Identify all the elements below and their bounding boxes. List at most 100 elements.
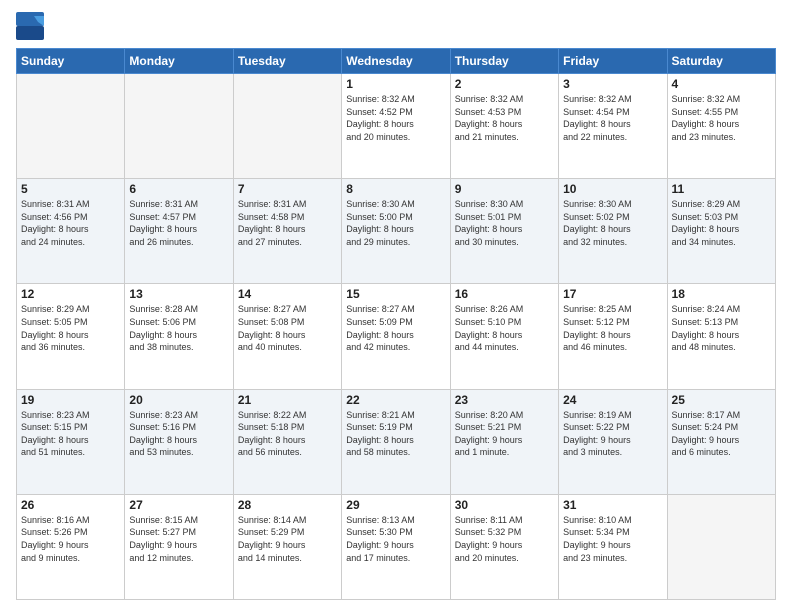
day-number: 26	[21, 498, 120, 512]
day-number: 2	[455, 77, 554, 91]
day-cell: 14Sunrise: 8:27 AM Sunset: 5:08 PM Dayli…	[233, 284, 341, 389]
day-cell	[667, 494, 775, 599]
day-info: Sunrise: 8:30 AM Sunset: 5:02 PM Dayligh…	[563, 198, 662, 248]
day-number: 18	[672, 287, 771, 301]
day-info: Sunrise: 8:15 AM Sunset: 5:27 PM Dayligh…	[129, 514, 228, 564]
logo	[16, 12, 48, 40]
day-cell: 31 Sunrise: 8:10 AM Sunset: 5:34 PM Dayli…	[559, 494, 667, 599]
day-info: Sunrise: 8:10 AM Sunset: 5:34 PM Dayligh…	[563, 514, 662, 564]
day-info: Sunrise: 8:16 AM Sunset: 5:26 PM Dayligh…	[21, 514, 120, 564]
day-cell: 29 Sunrise: 8:13 AM Sunset: 5:30 PM Dayli…	[342, 494, 450, 599]
day-number: 12	[21, 287, 120, 301]
day-info: Sunrise: 8:29 AM Sunset: 5:03 PM Dayligh…	[672, 198, 771, 248]
day-cell: 20 Sunrise: 8:23 AM Sunset: 5:16 PM Dayli…	[125, 389, 233, 494]
day-number: 8	[346, 182, 445, 196]
day-number: 25	[672, 393, 771, 407]
day-number: 27	[129, 498, 228, 512]
day-info: Sunrise: 8:17 AM Sunset: 5:24 PM Dayligh…	[672, 409, 771, 459]
day-info: Sunrise: 8:24 AM Sunset: 5:13 PM Dayligh…	[672, 303, 771, 353]
day-info: Sunrise: 8:31 AM Sunset: 4:57 PM Dayligh…	[129, 198, 228, 248]
day-cell: 15 Sunrise: 8:27 AM Sunset: 5:09 PM Dayli…	[342, 284, 450, 389]
day-cell: 9 Sunrise: 8:30 AM Sunset: 5:01 PM Daylig…	[450, 179, 558, 284]
day-info: Sunrise: 8:26 AM Sunset: 5:10 PM Dayligh…	[455, 303, 554, 353]
day-number: 31	[563, 498, 662, 512]
day-cell: 4 Sunrise: 8:32 AM Sunset: 4:55 PM Daylig…	[667, 74, 775, 179]
week-row-1: 1 Sunrise: 8:32 AM Sunset: 4:52 PM Daylig…	[17, 74, 776, 179]
week-row-4: 19 Sunrise: 8:23 AM Sunset: 5:15 PM Dayli…	[17, 389, 776, 494]
day-cell: 18 Sunrise: 8:24 AM Sunset: 5:13 PM Dayli…	[667, 284, 775, 389]
day-info: Sunrise: 8:32 AM Sunset: 4:55 PM Dayligh…	[672, 93, 771, 143]
day-cell: 24 Sunrise: 8:19 AM Sunset: 5:22 PM Dayli…	[559, 389, 667, 494]
weekday-sunday: Sunday	[17, 49, 125, 74]
day-info: Sunrise: 8:19 AM Sunset: 5:22 PM Dayligh…	[563, 409, 662, 459]
weekday-tuesday: Tuesday	[233, 49, 341, 74]
day-cell	[125, 74, 233, 179]
day-number: 3	[563, 77, 662, 91]
day-info: Sunrise: 8:23 AM Sunset: 5:16 PM Dayligh…	[129, 409, 228, 459]
day-cell: 12 Sunrise: 8:29 AM Sunset: 5:05 PM Dayli…	[17, 284, 125, 389]
day-info: Sunrise: 8:31 AM Sunset: 4:56 PM Dayligh…	[21, 198, 120, 248]
week-row-3: 12 Sunrise: 8:29 AM Sunset: 5:05 PM Dayli…	[17, 284, 776, 389]
day-info: Sunrise: 8:30 AM Sunset: 5:01 PM Dayligh…	[455, 198, 554, 248]
day-cell: 21Sunrise: 8:22 AM Sunset: 5:18 PM Dayli…	[233, 389, 341, 494]
day-number: 1	[346, 77, 445, 91]
weekday-friday: Friday	[559, 49, 667, 74]
logo-icon	[16, 12, 44, 40]
day-cell: 11Sunrise: 8:29 AM Sunset: 5:03 PM Dayli…	[667, 179, 775, 284]
day-number: 5	[21, 182, 120, 196]
weekday-header-row: SundayMondayTuesdayWednesdayThursdayFrid…	[17, 49, 776, 74]
day-cell: 2Sunrise: 8:32 AM Sunset: 4:53 PM Daylig…	[450, 74, 558, 179]
day-cell: 30Sunrise: 8:11 AM Sunset: 5:32 PM Dayli…	[450, 494, 558, 599]
day-info: Sunrise: 8:32 AM Sunset: 4:52 PM Dayligh…	[346, 93, 445, 143]
weekday-monday: Monday	[125, 49, 233, 74]
day-info: Sunrise: 8:21 AM Sunset: 5:19 PM Dayligh…	[346, 409, 445, 459]
day-info: Sunrise: 8:13 AM Sunset: 5:30 PM Dayligh…	[346, 514, 445, 564]
day-cell: 7 Sunrise: 8:31 AM Sunset: 4:58 PM Daylig…	[233, 179, 341, 284]
day-number: 20	[129, 393, 228, 407]
day-info: Sunrise: 8:25 AM Sunset: 5:12 PM Dayligh…	[563, 303, 662, 353]
day-number: 13	[129, 287, 228, 301]
calendar-table: SundayMondayTuesdayWednesdayThursdayFrid…	[16, 48, 776, 600]
day-info: Sunrise: 8:31 AM Sunset: 4:58 PM Dayligh…	[238, 198, 337, 248]
day-cell: 5 Sunrise: 8:31 AM Sunset: 4:56 PM Daylig…	[17, 179, 125, 284]
day-number: 19	[21, 393, 120, 407]
day-info: Sunrise: 8:27 AM Sunset: 5:09 PM Dayligh…	[346, 303, 445, 353]
day-info: Sunrise: 8:32 AM Sunset: 4:54 PM Dayligh…	[563, 93, 662, 143]
day-info: Sunrise: 8:23 AM Sunset: 5:15 PM Dayligh…	[21, 409, 120, 459]
day-cell: 3 Sunrise: 8:32 AM Sunset: 4:54 PM Daylig…	[559, 74, 667, 179]
page: SundayMondayTuesdayWednesdayThursdayFrid…	[0, 0, 792, 612]
day-cell: 19 Sunrise: 8:23 AM Sunset: 5:15 PM Dayli…	[17, 389, 125, 494]
day-number: 30	[455, 498, 554, 512]
day-info: Sunrise: 8:28 AM Sunset: 5:06 PM Dayligh…	[129, 303, 228, 353]
day-number: 4	[672, 77, 771, 91]
day-info: Sunrise: 8:29 AM Sunset: 5:05 PM Dayligh…	[21, 303, 120, 353]
day-info: Sunrise: 8:22 AM Sunset: 5:18 PM Dayligh…	[238, 409, 337, 459]
day-cell: 17 Sunrise: 8:25 AM Sunset: 5:12 PM Dayli…	[559, 284, 667, 389]
day-cell: 23 Sunrise: 8:20 AM Sunset: 5:21 PM Dayli…	[450, 389, 558, 494]
day-number: 29	[346, 498, 445, 512]
day-cell: 28Sunrise: 8:14 AM Sunset: 5:29 PM Dayli…	[233, 494, 341, 599]
day-cell: 25 Sunrise: 8:17 AM Sunset: 5:24 PM Dayli…	[667, 389, 775, 494]
day-number: 24	[563, 393, 662, 407]
day-number: 15	[346, 287, 445, 301]
day-number: 23	[455, 393, 554, 407]
day-number: 28	[238, 498, 337, 512]
day-cell: 13 Sunrise: 8:28 AM Sunset: 5:06 PM Dayli…	[125, 284, 233, 389]
day-cell: 16 Sunrise: 8:26 AM Sunset: 5:10 PM Dayli…	[450, 284, 558, 389]
week-row-5: 26 Sunrise: 8:16 AM Sunset: 5:26 PM Dayli…	[17, 494, 776, 599]
day-number: 22	[346, 393, 445, 407]
day-number: 9	[455, 182, 554, 196]
day-number: 10	[563, 182, 662, 196]
day-cell: 27 Sunrise: 8:15 AM Sunset: 5:27 PM Dayli…	[125, 494, 233, 599]
day-info: Sunrise: 8:30 AM Sunset: 5:00 PM Dayligh…	[346, 198, 445, 248]
header	[16, 12, 776, 40]
day-number: 17	[563, 287, 662, 301]
day-cell: 10 Sunrise: 8:30 AM Sunset: 5:02 PM Dayli…	[559, 179, 667, 284]
day-info: Sunrise: 8:20 AM Sunset: 5:21 PM Dayligh…	[455, 409, 554, 459]
day-info: Sunrise: 8:27 AM Sunset: 5:08 PM Dayligh…	[238, 303, 337, 353]
day-cell	[17, 74, 125, 179]
day-number: 6	[129, 182, 228, 196]
day-number: 7	[238, 182, 337, 196]
day-cell: 8 Sunrise: 8:30 AM Sunset: 5:00 PM Daylig…	[342, 179, 450, 284]
day-number: 16	[455, 287, 554, 301]
